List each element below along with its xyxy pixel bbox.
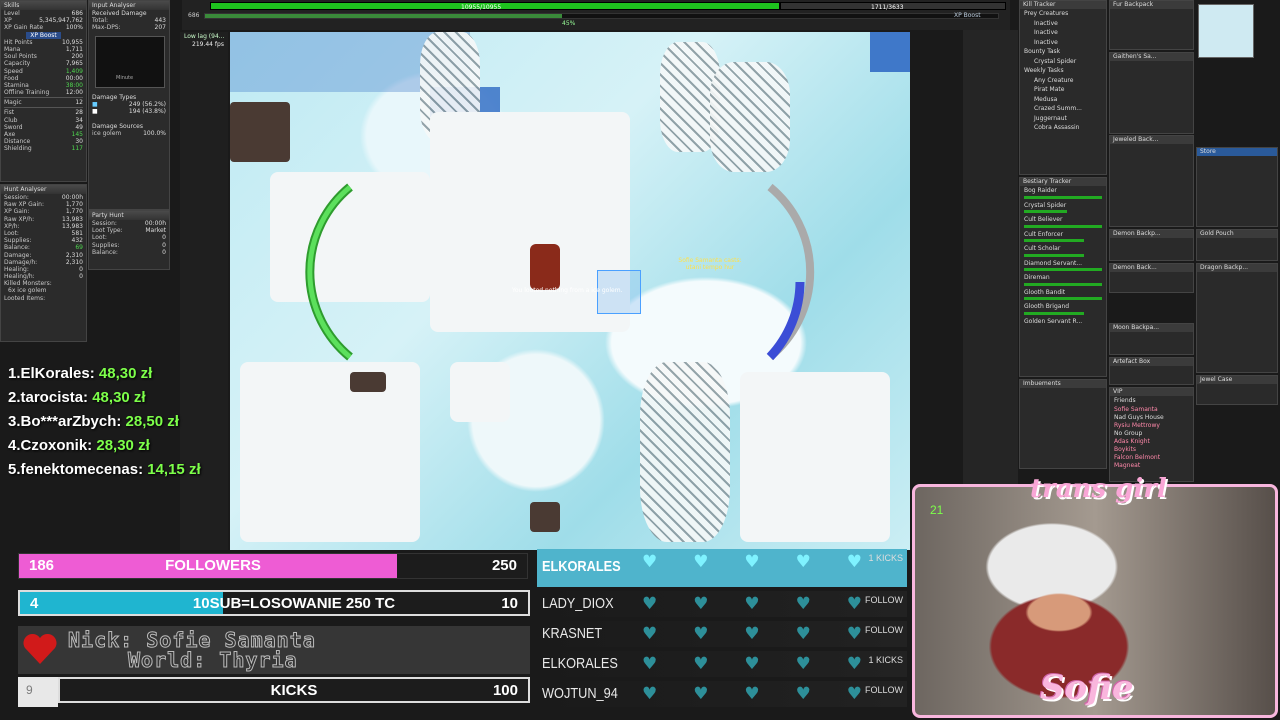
kicks-current: 9	[18, 677, 58, 707]
xp-boost-label[interactable]: XP Boost	[954, 12, 981, 19]
heart-icons: ♥ ♥ ♥ ♥ ♥	[642, 552, 862, 572]
donor-row: 4.Czoxonik: 28,30 zł	[8, 437, 150, 454]
kill-tracker-panel: Kill Tracker Prey Creatures Inactive Ina…	[1019, 0, 1107, 175]
dragon-backpack[interactable]: Dragon Backp...	[1196, 263, 1278, 373]
xp-boost-button[interactable]: XP Boost	[26, 31, 61, 39]
event-row: ELKORALES ♥ ♥ ♥ ♥ ♥ 1 KICKS	[537, 651, 907, 677]
cam-title: trans girl	[1030, 474, 1167, 504]
vip-panel: VIP Friends Sofie Samanta Nad Guys House…	[1109, 387, 1194, 482]
minimap[interactable]	[1198, 4, 1254, 58]
hunt-analyser-title[interactable]: Hunt Analyser	[1, 185, 86, 194]
mana-arc	[766, 183, 815, 361]
bestiary-panel: Bestiary Tracker Bog Raider Crystal Spid…	[1019, 177, 1107, 377]
kicks-target: 100	[492, 682, 518, 699]
spell-text: Sofie Samanta casts: utani tempo hur	[678, 257, 742, 271]
health-text: 10955/10955	[461, 4, 502, 11]
game-viewport[interactable]: Sofie Samanta casts: utani tempo hur You…	[230, 32, 910, 550]
event-row: KRASNET ♥ ♥ ♥ ♥ ♥ FOLLOW	[537, 621, 907, 647]
mana-bar: 1711/3633	[780, 2, 1006, 11]
skills-panel: Skills Level 686 XP 5,345,947,762 XP Gain …	[0, 0, 87, 182]
equipment-column	[963, 30, 1018, 490]
party-hunt-panel: Party Hunt Session: 00:00h Loot Type: Mark…	[88, 210, 170, 270]
donor-row: 2.tarocista: 48,30 zł	[8, 389, 146, 406]
lowlag-text: Low lag (94...	[184, 33, 225, 40]
stream-overlay: 10955/10955 1711/3633 686 45% XP Boost S…	[0, 0, 1280, 720]
event-row: WOJTUN_94 ♥ ♥ ♥ ♥ ♥ FOLLOW	[537, 681, 907, 707]
followers-goal: 186 FOLLOWERS 250	[18, 553, 528, 579]
heart-icons: ♥ ♥ ♥ ♥ ♥	[642, 594, 862, 614]
donor-row: 1.ElKorales: 48,30 zł	[8, 365, 153, 382]
world-line: World: Thyria	[128, 648, 298, 673]
skills-title[interactable]: Skills	[1, 1, 86, 10]
fps-text: 219.44 fps	[192, 41, 224, 48]
recent-events: ELKORALES ♥ ♥ ♥ ♥ ♥ 1 KICKS LADY_DIOX ♥ ♥ ♥ ♥ ♥ …	[537, 549, 907, 709]
subs-current: 4	[30, 595, 39, 612]
imbuements-panel: Imbuements	[1019, 379, 1107, 469]
health-arc	[305, 183, 353, 361]
event-row: ELKORALES ♥ ♥ ♥ ♥ ♥ 1 KICKS	[537, 549, 907, 587]
gold-pouch[interactable]: Gold Pouch	[1196, 229, 1278, 261]
streamer-name: Sofie	[1040, 668, 1134, 708]
kicks-label: KICKS	[270, 682, 318, 699]
subs-target: 10	[501, 595, 518, 612]
kick-badge: 21	[930, 503, 944, 517]
subs-label: 10SUB=LOSOWANIE 250 TC	[192, 595, 396, 612]
moon-backpack[interactable]: Moon Backpa...	[1109, 323, 1194, 355]
demon-backpack-2[interactable]: Demon Back...	[1109, 263, 1194, 293]
subs-goal: 4 10SUB=LOSOWANIE 250 TC 10	[18, 590, 530, 616]
donor-row: 3.Bo***arZbych: 28,50 zł	[8, 413, 179, 430]
input-analyser-panel: Input Analyser Received Damage Total: 443…	[88, 0, 170, 210]
event-row: LADY_DIOX ♥ ♥ ♥ ♥ ♥ FOLLOW	[537, 591, 907, 617]
heart-icons: ♥ ♥ ♥ ♥ ♥	[642, 684, 862, 704]
followers-target: 250	[491, 557, 517, 574]
xp-percent: 45%	[562, 20, 576, 27]
store-panel[interactable]: Store	[1196, 147, 1278, 227]
top-donators: 1.ElKorales: 48,30 zł 2.tarocista: 48,30…	[8, 362, 228, 482]
party-hunt-title[interactable]: Party Hunt	[89, 211, 169, 220]
jewel-case[interactable]: Jewel Case	[1196, 375, 1278, 405]
heart-icons: ♥ ♥ ♥ ♥ ♥	[642, 624, 862, 644]
demon-backpack[interactable]: Demon Backp...	[1109, 229, 1194, 261]
damage-graph: Minute	[95, 35, 165, 88]
heart-icon	[23, 633, 57, 664]
heart-icons: ♥ ♥ ♥ ♥ ♥	[642, 654, 862, 674]
loot-message: You looted nothing from a ice golem.	[512, 287, 623, 294]
kicks-goal: KICKS 100	[58, 677, 530, 703]
player-character[interactable]	[530, 244, 560, 290]
gaithen-container[interactable]: Gaithen's Sa...	[1109, 52, 1194, 134]
hunt-analyser-panel: Hunt Analyser Session: 00:00h Raw XP Gain…	[0, 184, 87, 342]
level-label: 686	[188, 12, 200, 19]
donor-row: 5.fenektomecenas: 14,15 zł	[8, 461, 201, 478]
jeweled-backpack[interactable]: Jeweled Back...	[1109, 135, 1194, 227]
followers-label: FOLLOWERS	[165, 557, 261, 574]
fur-backpack[interactable]: Fur Backpack	[1109, 0, 1194, 50]
xp-bar	[204, 13, 999, 19]
nick-box: Nick: Sofie Samanta World: Thyria	[18, 626, 530, 674]
status-bars: 10955/10955 1711/3633 686 45% XP Boost	[182, 0, 1010, 30]
artefact-box[interactable]: Artefact Box	[1109, 357, 1194, 385]
mana-text: 1711/3633	[871, 4, 904, 11]
input-analyser-title[interactable]: Input Analyser	[89, 1, 169, 10]
health-bar: 10955/10955	[210, 2, 780, 11]
